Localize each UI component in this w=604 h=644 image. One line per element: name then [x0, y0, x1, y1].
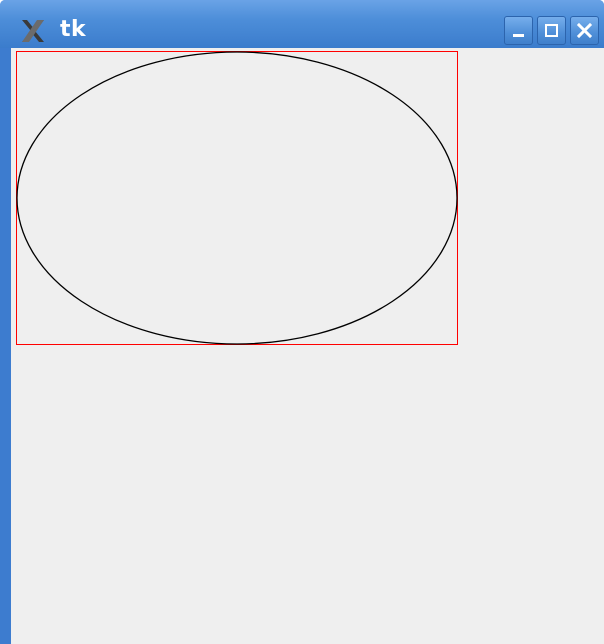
- window-title: tk: [60, 17, 87, 42]
- maximize-button[interactable]: [537, 16, 566, 45]
- minimize-button[interactable]: [504, 16, 533, 45]
- canvas-rectangle: [16, 51, 458, 345]
- canvas-oval: [16, 51, 458, 345]
- x-logo-icon[interactable]: [20, 18, 46, 44]
- canvas-area[interactable]: [11, 48, 604, 644]
- drawing-canvas[interactable]: [11, 48, 604, 644]
- window-titlebar[interactable]: tk: [0, 0, 604, 48]
- close-button[interactable]: [570, 16, 599, 45]
- app-window: tk: [0, 0, 604, 644]
